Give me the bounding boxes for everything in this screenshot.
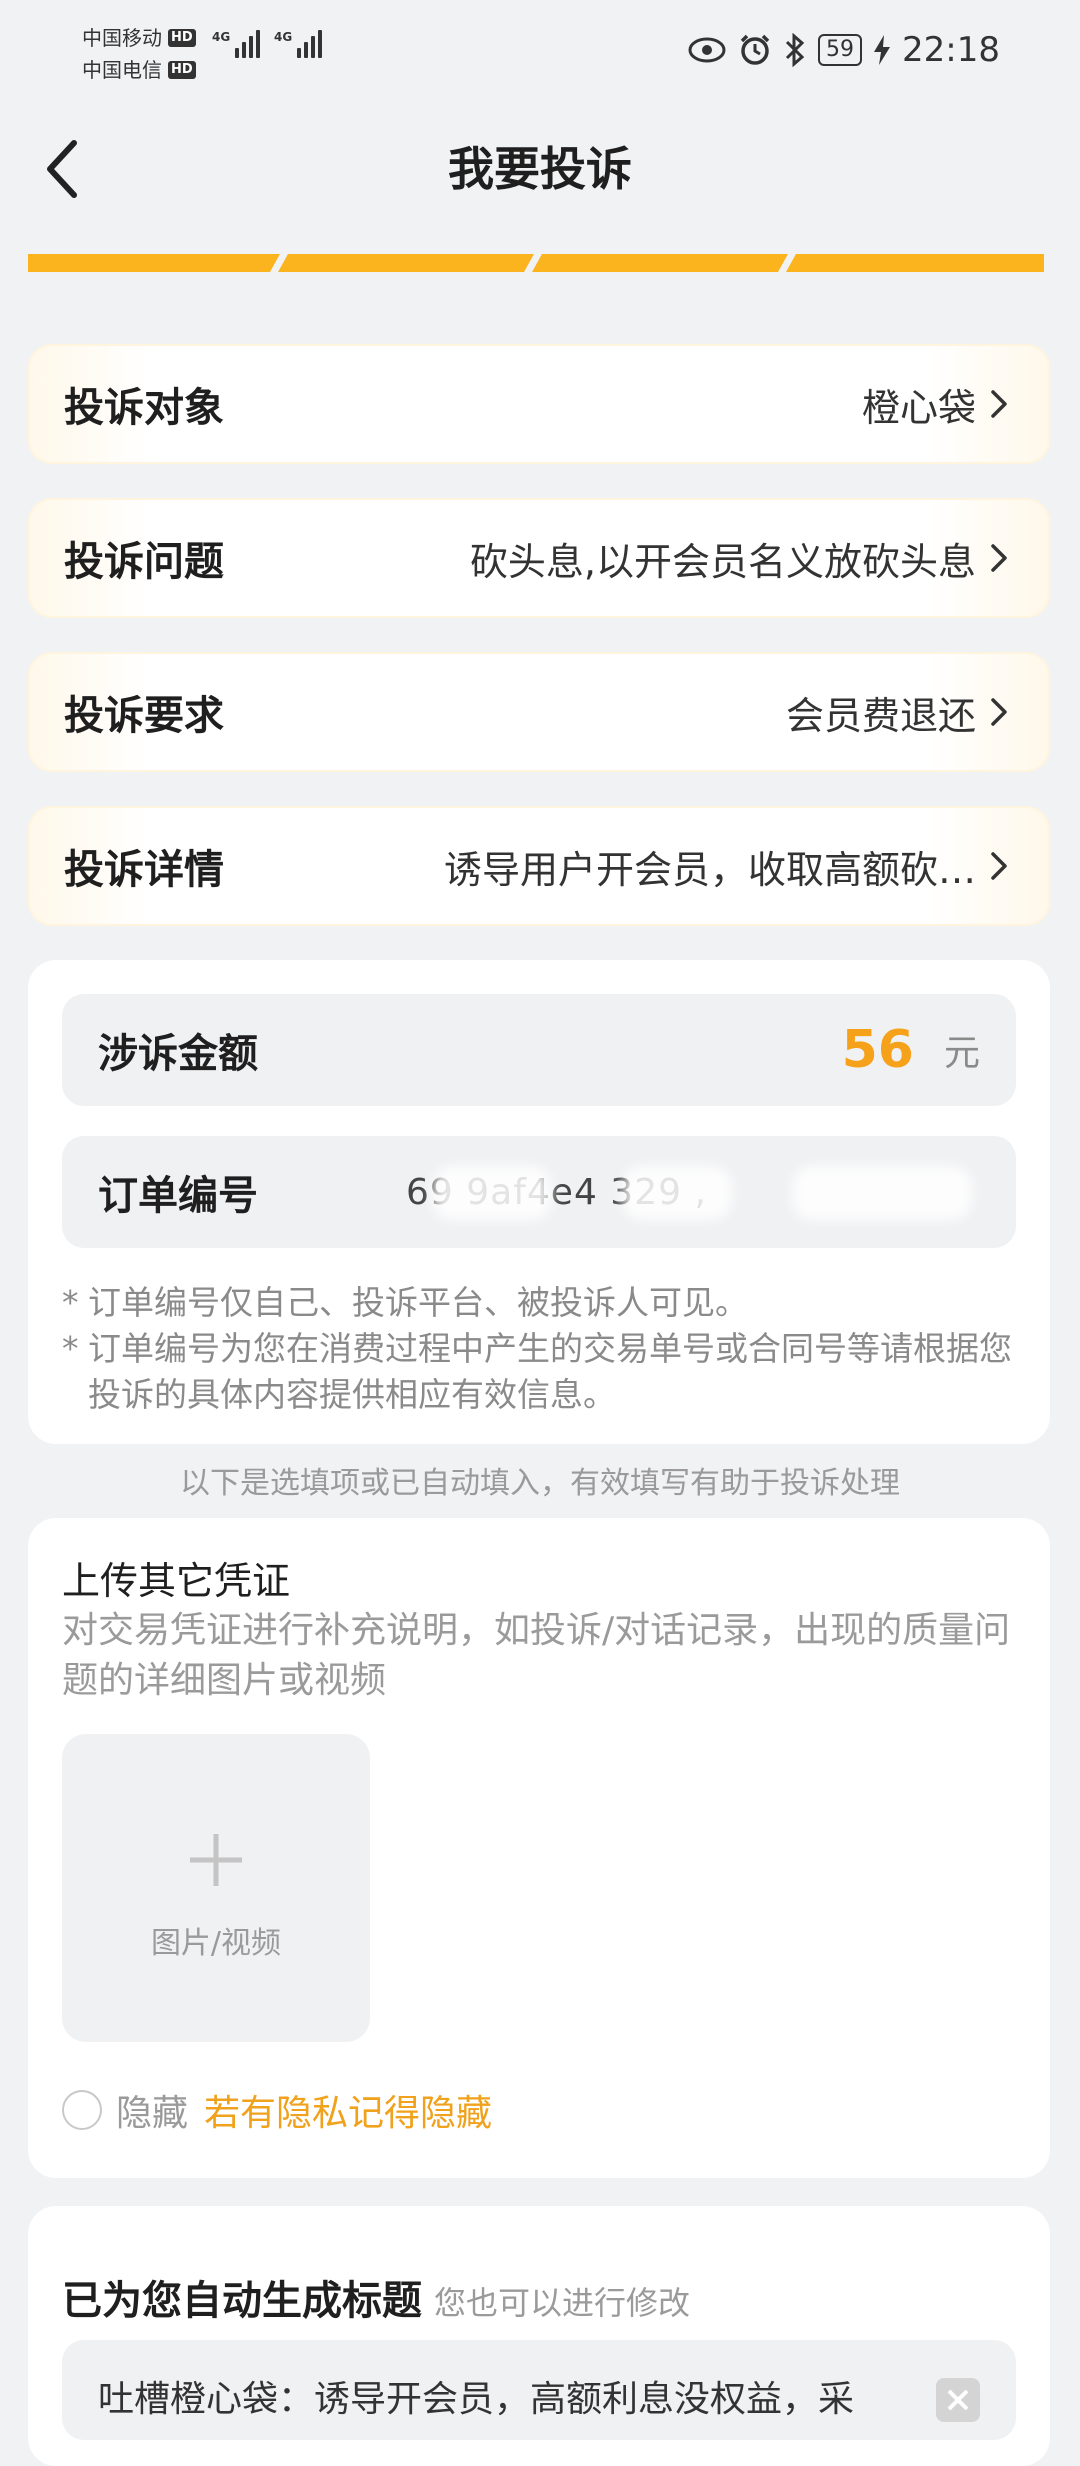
status-icons: 59 22:18 <box>688 30 1000 70</box>
redaction-mask <box>622 1166 732 1220</box>
order-number-label: 订单编号 <box>98 1173 258 1219</box>
signal-icon: 4G <box>212 30 261 58</box>
redaction-mask <box>792 1166 972 1220</box>
amount-field[interactable]: 涉诉金额 56 元 <box>62 994 1016 1106</box>
page-title: 我要投诉 <box>448 142 632 196</box>
upload-card: 上传其它凭证 对交易凭证进行补充说明，如投诉/对话记录，出现的质量问题的详细图片… <box>28 1518 1050 2178</box>
progress-step-3 <box>532 254 788 272</box>
auto-title-main: 已为您自动生成标题 <box>62 2278 422 2324</box>
bluetooth-icon <box>785 33 805 67</box>
complaint-demand-row[interactable]: 投诉要求 会员费退还 <box>28 652 1050 772</box>
header: 我要投诉 <box>0 115 1080 225</box>
chevron-right-icon <box>984 692 1014 732</box>
chevron-right-icon <box>984 538 1014 578</box>
title-input[interactable]: 吐槽橙心袋：诱导开会员，高额利息没权益，采 <box>62 2340 1016 2440</box>
signal-icon: 4G <box>274 30 323 58</box>
auto-title-card: 已为您自动生成标题 您也可以进行修改 吐槽橙心袋：诱导开会员，高额利息没权益，采 <box>28 2206 1050 2466</box>
order-notes: * 订单编号仅自己、投诉平台、被投诉人可见。 * 订单编号为您在消费过程中产生的交易… <box>62 1280 1032 1418</box>
carrier-info: 中国移动 HD 中国电信 HD <box>82 22 196 86</box>
complaint-issue-label: 投诉问题 <box>64 539 224 585</box>
auto-title-heading: 已为您自动生成标题 您也可以进行修改 <box>62 2268 690 2326</box>
note-1: * 订单编号仅自己、投诉平台、被投诉人可见。 <box>62 1283 748 1322</box>
amount-label: 涉诉金额 <box>98 1031 258 1077</box>
battery-icon: 59 <box>818 34 863 66</box>
complaint-issue-row[interactable]: 投诉问题 砍头息,以开会员名义放砍头息 <box>28 498 1050 618</box>
upload-media-label: 图片/视频 <box>150 1926 282 1961</box>
auto-title-sub: 您也可以进行修改 <box>434 2284 691 2322</box>
complaint-target-row[interactable]: 投诉对象 橙心袋 <box>28 344 1050 464</box>
hide-tip: 若有隐私记得隐藏 <box>204 2093 493 2134</box>
status-bar: 中国移动 HD 中国电信 HD 4G 4G 59 22:18 <box>0 0 1080 110</box>
note-2: * 订单编号为您在消费过程中产生的交易单号或合同号等请根据您投诉的具体内容提供相应… <box>62 1329 1012 1414</box>
carrier-1: 中国移动 <box>82 26 162 50</box>
complaint-target-value: 橙心袋 <box>861 385 976 430</box>
hide-label: 隐藏 <box>116 2093 189 2134</box>
upload-description: 对交易凭证进行补充说明，如投诉/对话记录，出现的质量问题的详细图片或视频 <box>62 1610 1011 1701</box>
complaint-detail-value: 诱导用户开会员，收取高额砍… <box>443 847 976 892</box>
chevron-right-icon <box>984 384 1014 424</box>
amount-value[interactable]: 56 <box>842 1020 914 1080</box>
complaint-demand-label: 投诉要求 <box>64 693 224 739</box>
progress-step-4 <box>786 254 1044 272</box>
chevron-right-icon <box>984 846 1014 886</box>
complaint-issue-value: 砍头息,以开会员名义放砍头息 <box>469 539 976 584</box>
amount-order-card: 涉诉金额 56 元 订单编号 69 9af4e4 329 , * 订单编号仅自己、… <box>28 960 1050 1444</box>
progress-step-2 <box>278 254 534 272</box>
charging-icon <box>874 35 891 65</box>
carrier-2: 中国电信 <box>82 58 162 82</box>
upload-media-button[interactable]: 图片/视频 <box>62 1734 370 2042</box>
order-number-field[interactable]: 订单编号 69 9af4e4 329 , <box>62 1136 1016 1248</box>
complaint-detail-label: 投诉详情 <box>64 847 224 893</box>
eye-icon <box>688 37 726 63</box>
complaint-demand-value: 会员费退还 <box>785 693 976 738</box>
hide-radio[interactable] <box>62 2090 102 2130</box>
redaction-mask <box>432 1166 552 1220</box>
alarm-icon <box>740 34 770 65</box>
plus-icon <box>190 1834 242 1886</box>
upload-title: 上传其它凭证 <box>62 1559 291 1603</box>
hide-toggle-row[interactable]: 隐藏 若有隐私记得隐藏 <box>62 2084 492 2136</box>
clear-icon[interactable] <box>936 2378 980 2422</box>
hd-badge: HD <box>168 29 196 47</box>
amount-unit: 元 <box>943 1033 980 1074</box>
step-progress-bar <box>28 254 1044 272</box>
complaint-target-label: 投诉对象 <box>64 385 224 431</box>
hd-badge: HD <box>168 61 196 79</box>
optional-hint: 以下是选填项或已自动填入，有效填写有助于投诉处理 <box>180 1466 900 1501</box>
progress-step-1 <box>28 254 280 272</box>
clock: 22:18 <box>902 30 1000 70</box>
complaint-detail-row[interactable]: 投诉详情 诱导用户开会员，收取高额砍… <box>28 806 1050 926</box>
